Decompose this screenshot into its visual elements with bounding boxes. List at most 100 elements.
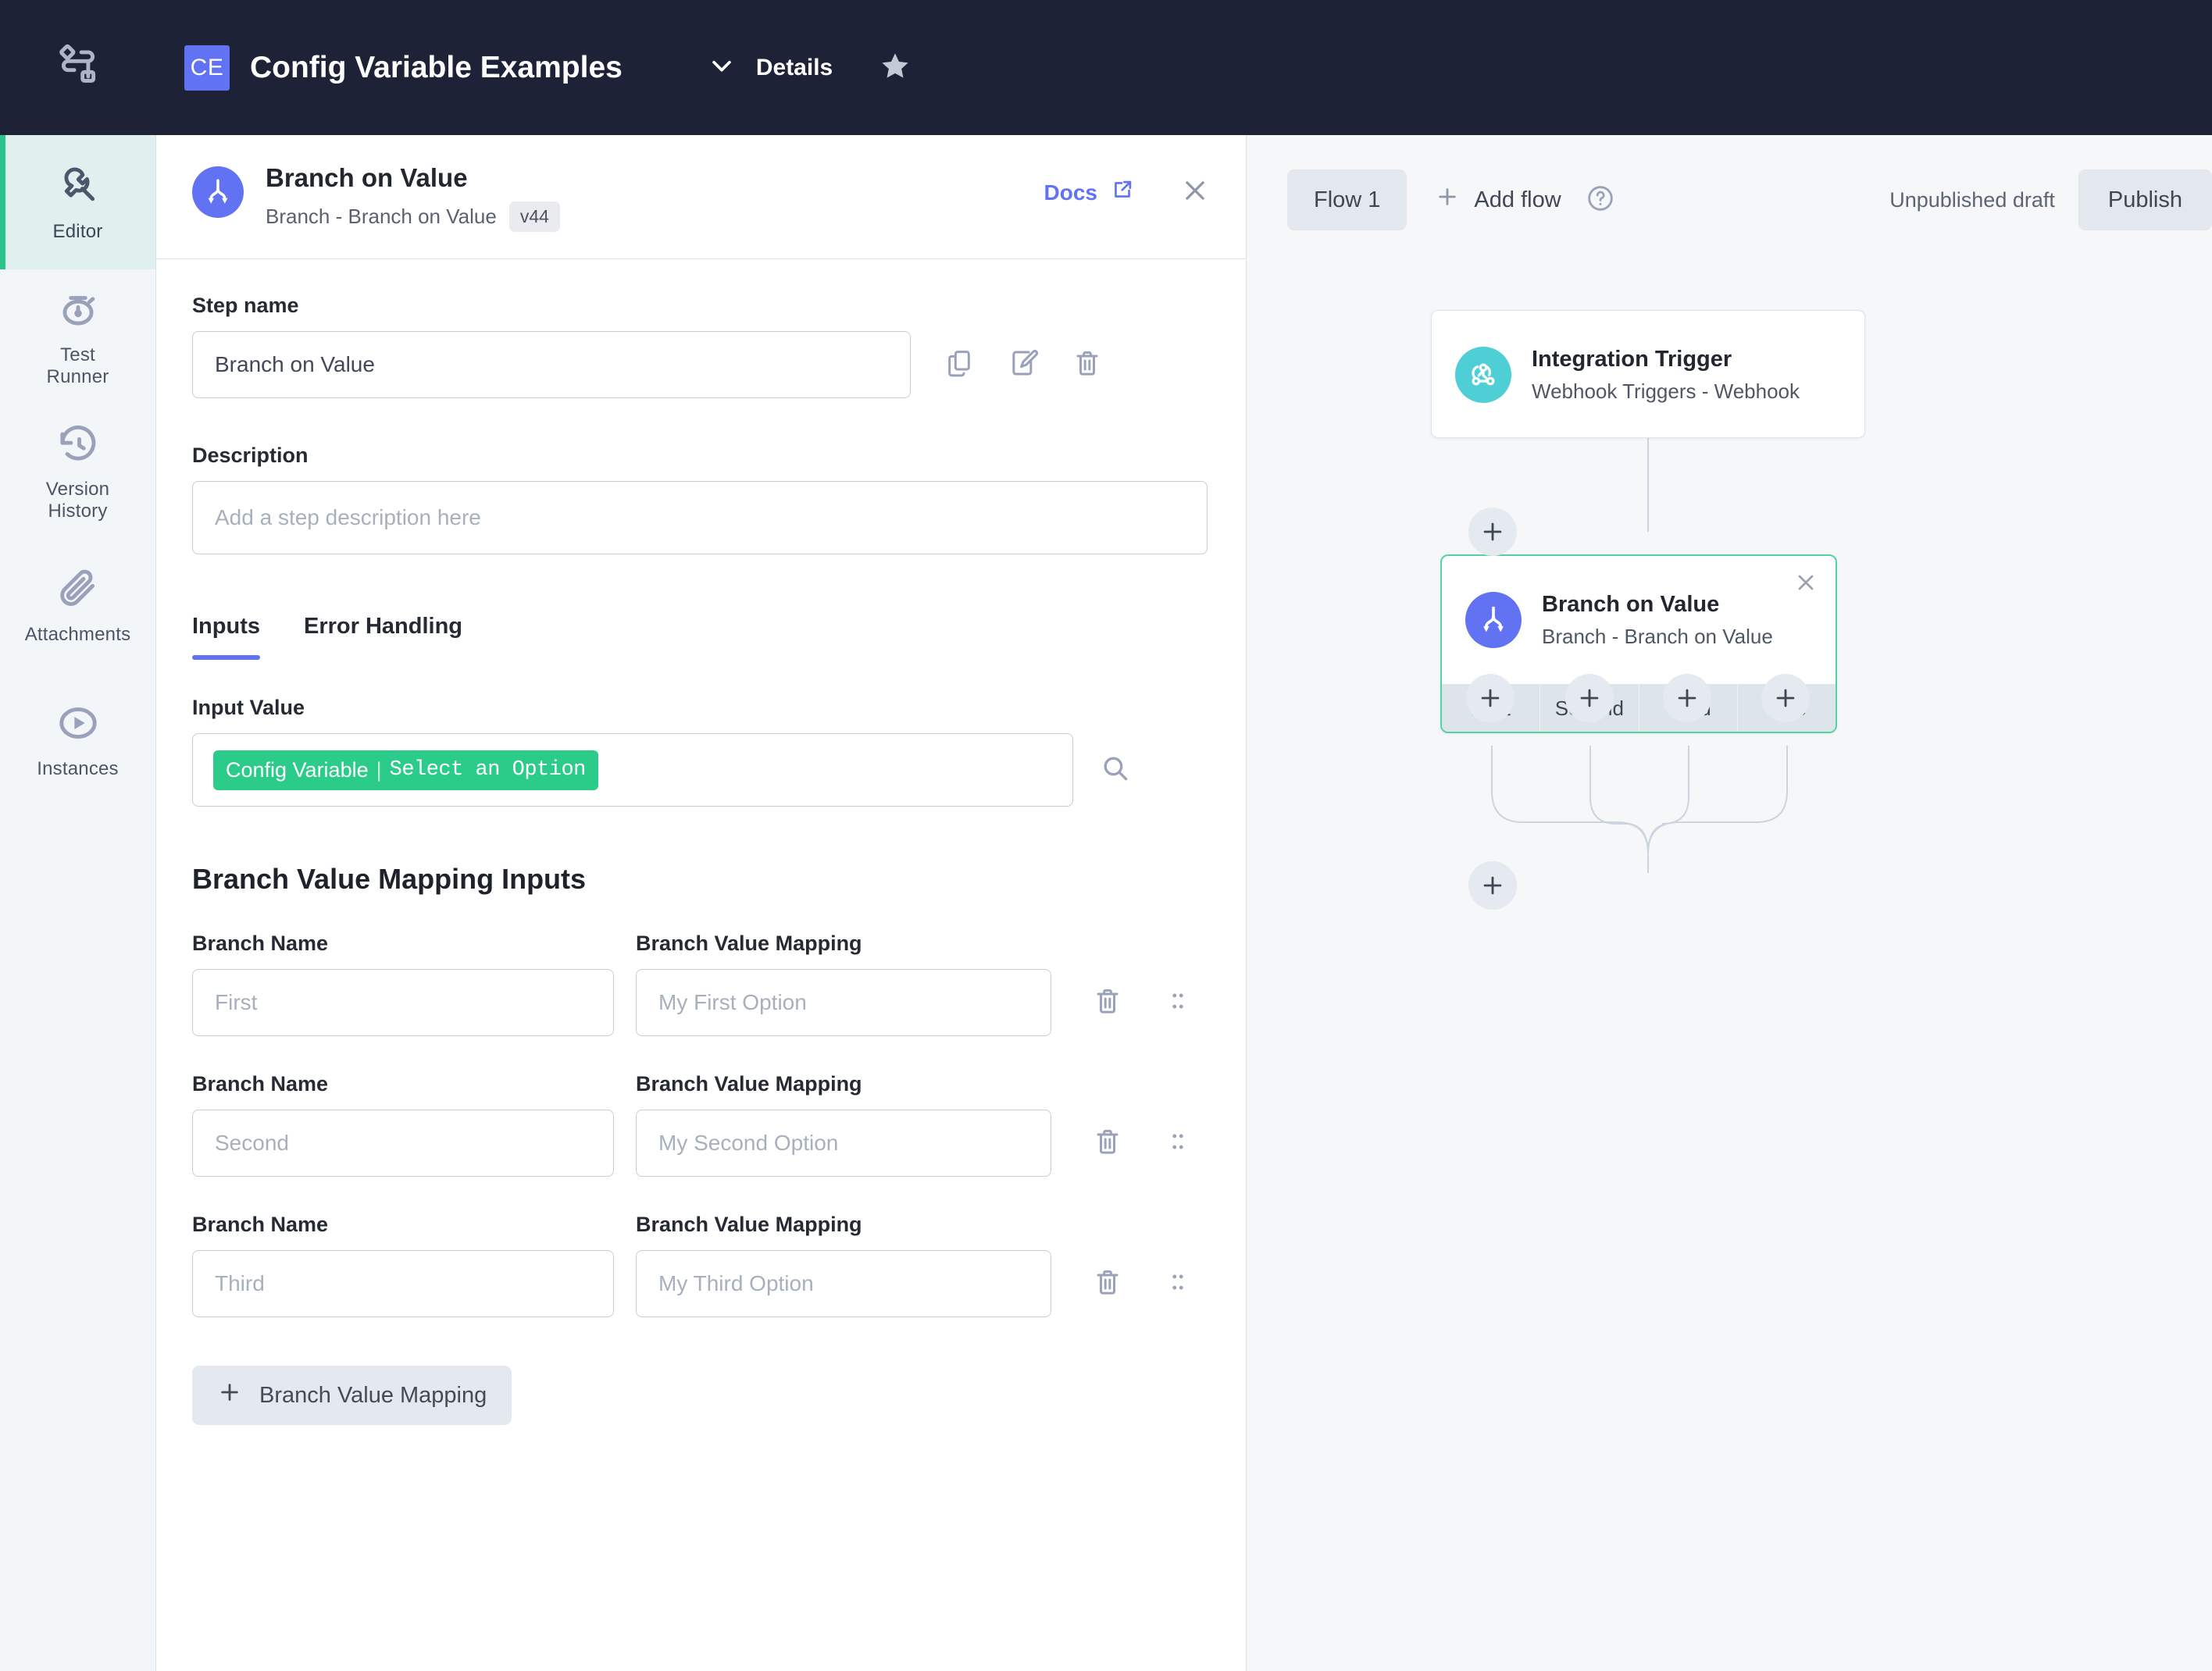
branch-name-input[interactable]: First bbox=[192, 969, 614, 1036]
branch-value-input[interactable]: My Third Option bbox=[636, 1250, 1051, 1317]
drag-handle-icon bbox=[1165, 1269, 1191, 1299]
sidebar-item-attachments[interactable]: Attachments bbox=[0, 538, 155, 672]
mapping-row-actions bbox=[1089, 1124, 1197, 1162]
delete-step-button[interactable] bbox=[1069, 346, 1106, 383]
sidebar-item-label: Attachments bbox=[24, 623, 131, 645]
play-circle-icon bbox=[54, 699, 102, 747]
step-config-panel: Branch on Value Branch - Branch on Value… bbox=[156, 135, 1247, 1671]
description-input[interactable]: Add a step description here bbox=[192, 481, 1208, 554]
close-panel-button[interactable] bbox=[1180, 176, 1210, 209]
drag-mapping-handle[interactable] bbox=[1159, 1124, 1197, 1162]
sidebar-item-label: Test Runner bbox=[46, 344, 109, 387]
trash-icon bbox=[1092, 1126, 1123, 1161]
step-config-body: Step name Branch on Value Description Ad… bbox=[156, 259, 1246, 1671]
branch-value-input[interactable]: My First Option bbox=[636, 969, 1051, 1036]
sidebar-item-instances[interactable]: Instances bbox=[0, 672, 155, 807]
branch-name-label: Branch Name bbox=[192, 932, 329, 955]
chevron-down-icon bbox=[708, 52, 735, 83]
branch-name-label: Branch Name bbox=[192, 1213, 329, 1236]
branch-value-input[interactable]: My Second Option bbox=[636, 1110, 1051, 1177]
step-header-actions: Docs bbox=[1044, 163, 1210, 209]
trash-icon bbox=[1072, 347, 1103, 383]
close-icon bbox=[1180, 181, 1210, 208]
input-value-search-button[interactable] bbox=[1098, 751, 1133, 789]
mapping-row-headers: Branch Name Branch Value Mapping bbox=[192, 1072, 1210, 1110]
branch-value-label: Branch Value Mapping bbox=[636, 932, 862, 955]
mapping-row-headers: Branch Name Branch Value Mapping bbox=[192, 1213, 1210, 1250]
sidebar-item-label: Version History bbox=[45, 478, 110, 522]
drag-mapping-handle[interactable] bbox=[1159, 984, 1197, 1021]
plus-icon bbox=[1674, 685, 1700, 711]
branch-value-label: Branch Value Mapping bbox=[636, 1213, 862, 1236]
mapping-row-fields: Second My Second Option bbox=[192, 1110, 1210, 1177]
add-branch-value-mapping-label: Branch Value Mapping bbox=[259, 1382, 487, 1408]
history-icon bbox=[54, 419, 102, 468]
top-bar-main: CE Config Variable Examples Details bbox=[156, 0, 911, 135]
flow-node-content: Branch on Value Branch - Branch on Value bbox=[1442, 556, 1836, 684]
branch-name-input[interactable]: Second bbox=[192, 1110, 614, 1177]
config-variable-tag[interactable]: Config Variable | Select an Option bbox=[213, 750, 598, 790]
add-step-button-after-trigger[interactable] bbox=[1468, 508, 1517, 556]
flow-node-subtitle: Webhook Triggers - Webhook bbox=[1532, 379, 1800, 403]
copy-icon bbox=[944, 347, 975, 383]
copy-step-button[interactable] bbox=[940, 346, 978, 383]
trash-icon bbox=[1092, 1267, 1123, 1302]
description-label: Description bbox=[192, 444, 309, 467]
step-name-row: Branch on Value bbox=[192, 331, 1210, 398]
flow-node-title: Integration Trigger bbox=[1532, 346, 1732, 372]
sidebar-item-label: Editor bbox=[52, 220, 103, 242]
mapping-section-title: Branch Value Mapping Inputs bbox=[192, 863, 587, 895]
top-bar: CE Config Variable Examples Details bbox=[0, 0, 2212, 135]
add-branch-value-mapping-button[interactable]: Branch Value Mapping bbox=[192, 1366, 512, 1425]
add-step-button-branch-else[interactable] bbox=[1761, 674, 1810, 722]
plus-icon bbox=[1479, 872, 1506, 899]
mapping-row-actions bbox=[1089, 1265, 1197, 1302]
input-value-label: Input Value bbox=[192, 696, 305, 719]
mapping-row-headers: Branch Name Branch Value Mapping bbox=[192, 932, 1210, 969]
sidebar-item-editor[interactable]: Editor bbox=[0, 135, 155, 269]
flow-node-text: Integration Trigger Webhook Triggers - W… bbox=[1532, 347, 1800, 404]
drag-mapping-handle[interactable] bbox=[1159, 1265, 1197, 1302]
mapping-row: Branch Name Branch Value Mapping First M… bbox=[192, 932, 1210, 1036]
flow-canvas[interactable]: Flow 1 Add flow Unpublished draft Publis… bbox=[1247, 135, 2212, 1671]
step-subtitle-row: Branch - Branch on Value v44 bbox=[266, 201, 560, 232]
drag-handle-icon bbox=[1165, 1128, 1191, 1159]
edit-step-button[interactable] bbox=[1004, 346, 1042, 383]
add-step-button-branch-first[interactable] bbox=[1466, 674, 1515, 722]
add-step-button-branch-third[interactable] bbox=[1663, 674, 1711, 722]
sidebar-item-test-runner[interactable]: Test Runner bbox=[0, 269, 155, 404]
plus-icon bbox=[1772, 685, 1799, 711]
mapping-row-fields: Third My Third Option bbox=[192, 1250, 1210, 1317]
branch-name-input[interactable]: Third bbox=[192, 1250, 614, 1317]
docs-label: Docs bbox=[1044, 180, 1097, 205]
trash-icon bbox=[1092, 985, 1123, 1021]
tab-error-handling[interactable]: Error Handling bbox=[304, 614, 462, 660]
delete-mapping-button[interactable] bbox=[1089, 1265, 1126, 1302]
add-step-button-merge[interactable] bbox=[1468, 861, 1517, 910]
sidebar-item-label: Instances bbox=[37, 757, 119, 779]
tab-inputs[interactable]: Inputs bbox=[192, 614, 260, 660]
search-icon bbox=[1098, 757, 1133, 789]
details-dropdown[interactable]: Details bbox=[708, 52, 833, 83]
plus-icon bbox=[1477, 685, 1504, 711]
flow-node-title: Branch on Value bbox=[1542, 591, 1720, 617]
flow-node-integration-trigger[interactable]: Integration Trigger Webhook Triggers - W… bbox=[1431, 310, 1865, 438]
remove-node-button[interactable] bbox=[1792, 570, 1820, 598]
external-link-icon bbox=[1110, 177, 1135, 208]
plus-icon bbox=[1479, 518, 1506, 545]
branch-on-value-icon bbox=[1465, 592, 1522, 648]
docs-link[interactable]: Docs bbox=[1044, 177, 1135, 208]
step-name-input[interactable]: Branch on Value bbox=[192, 331, 911, 398]
sidebar-item-version-history[interactable]: Version History bbox=[0, 404, 155, 538]
input-value-field[interactable]: Config Variable | Select an Option bbox=[192, 733, 1073, 807]
delete-mapping-button[interactable] bbox=[1089, 984, 1126, 1021]
delete-mapping-button[interactable] bbox=[1089, 1124, 1126, 1162]
plus-icon bbox=[1576, 685, 1603, 711]
favorite-star-button[interactable] bbox=[879, 50, 911, 85]
add-step-button-branch-second[interactable] bbox=[1565, 674, 1614, 722]
step-name-actions bbox=[940, 346, 1106, 383]
version-badge: v44 bbox=[508, 201, 560, 232]
app-logo-button[interactable] bbox=[0, 0, 156, 135]
step-config-header: Branch on Value Branch - Branch on Value… bbox=[156, 135, 1246, 259]
stopwatch-icon bbox=[54, 285, 102, 333]
